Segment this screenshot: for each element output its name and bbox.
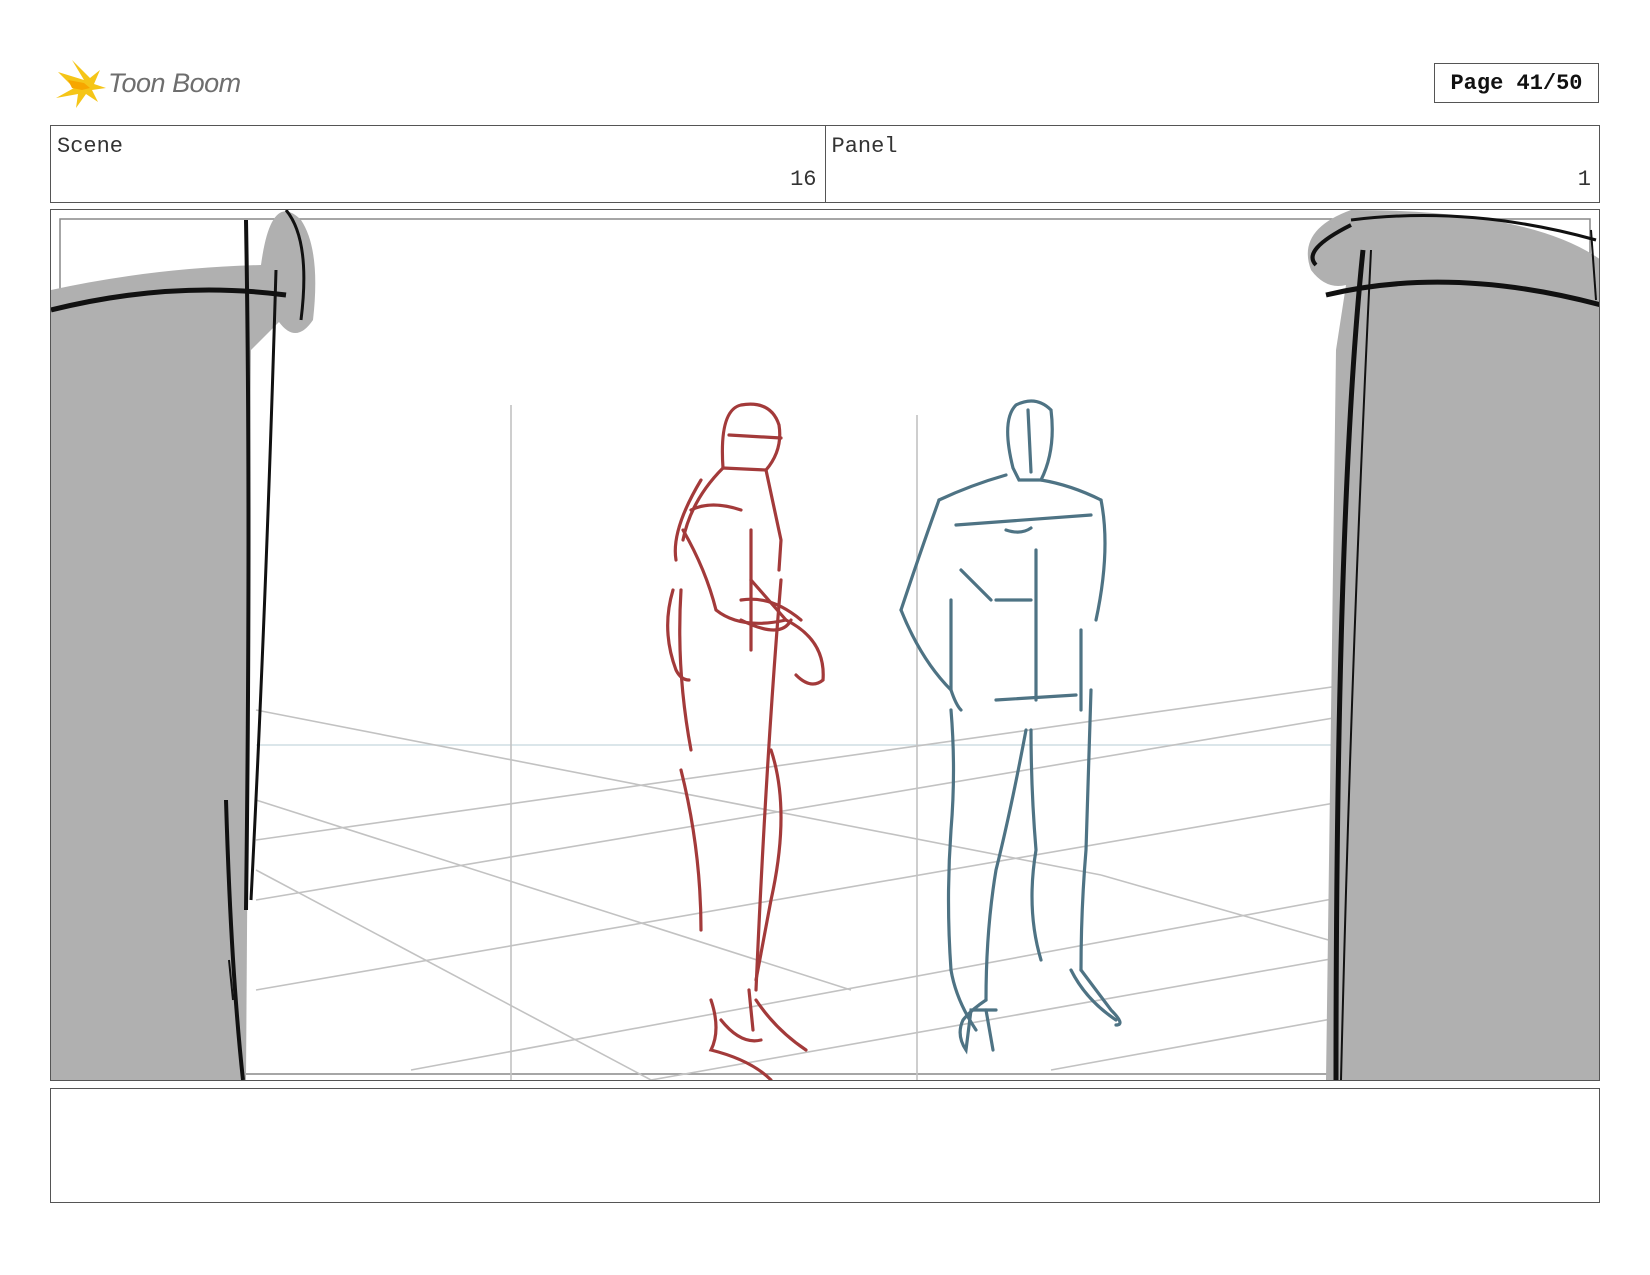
storyboard-panel-frame <box>50 209 1600 1081</box>
left-pillar-sketch <box>51 210 316 1080</box>
toon-boom-star-icon <box>56 60 106 108</box>
page-indicator: Page 41/50 <box>1434 63 1599 103</box>
left-character-sketch <box>666 402 825 1080</box>
scene-label: Scene <box>57 134 124 159</box>
toon-boom-logo: Toon Boom <box>54 58 264 112</box>
scene-cell: Scene 16 <box>51 126 825 202</box>
floor-grid <box>255 405 1382 1080</box>
panel-number: 1 <box>1577 167 1591 192</box>
panel-notes-box <box>50 1088 1600 1203</box>
storyboard-sketch <box>51 210 1599 1080</box>
panel-cell: Panel 1 <box>824 126 1600 202</box>
scene-number: 16 <box>790 167 817 192</box>
brand-name: Toon Boom <box>108 68 241 98</box>
right-character-sketch <box>899 399 1122 1055</box>
panel-label: Panel <box>831 134 898 159</box>
scene-panel-info: Scene 16 Panel 1 <box>50 125 1600 203</box>
right-pillar-sketch <box>1307 210 1599 1080</box>
